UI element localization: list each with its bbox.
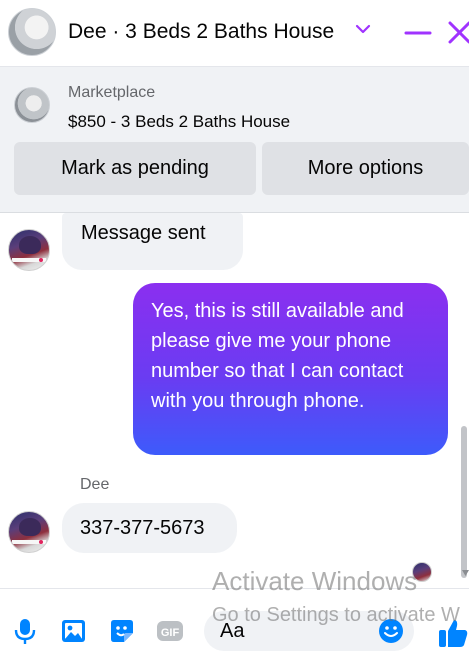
sender-avatar[interactable]	[8, 511, 50, 553]
mark-as-pending-button[interactable]: Mark as pending	[14, 142, 256, 195]
sender-avatar[interactable]	[8, 229, 50, 271]
activate-windows-watermark-subtitle: Go to Settings to activate W	[212, 604, 460, 626]
scroll-down-arrow-icon[interactable]	[462, 569, 469, 577]
listing-title[interactable]: $850 - 3 Beds 2 Baths House	[68, 112, 290, 132]
svg-text:GIF: GIF	[161, 627, 180, 639]
chat-title[interactable]: Dee · 3 Beds 2 Baths House	[68, 20, 334, 44]
message-bubble-incoming[interactable]: 337-377-5673	[62, 503, 237, 553]
message-thread[interactable]: Message sent Yes, this is still availabl…	[0, 213, 469, 587]
more-options-button[interactable]: More options	[262, 142, 469, 195]
sticker-icon[interactable]	[108, 617, 136, 645]
marketplace-panel: Marketplace $850 - 3 Beds 2 Baths House …	[0, 67, 469, 213]
sender-name: Dee	[80, 476, 110, 493]
microphone-icon[interactable]	[14, 617, 36, 645]
chevron-down-icon[interactable]	[354, 22, 372, 36]
message-bubble-outgoing[interactable]: Yes, this is still available and please …	[133, 283, 448, 455]
listing-thumbnail[interactable]	[14, 87, 50, 123]
chat-header: Dee · 3 Beds 2 Baths House	[0, 0, 469, 67]
message-bubble-incoming[interactable]: Message sent	[62, 213, 243, 270]
gif-icon[interactable]: GIF	[156, 617, 184, 645]
photo-icon[interactable]	[60, 617, 88, 645]
scrollbar-thumb[interactable]	[461, 426, 467, 578]
close-icon[interactable]	[446, 18, 469, 46]
minimize-icon[interactable]	[404, 26, 432, 40]
listing-avatar[interactable]	[8, 8, 56, 56]
marketplace-label: Marketplace	[68, 84, 156, 101]
activate-windows-watermark-title: Activate Windows	[212, 566, 418, 596]
